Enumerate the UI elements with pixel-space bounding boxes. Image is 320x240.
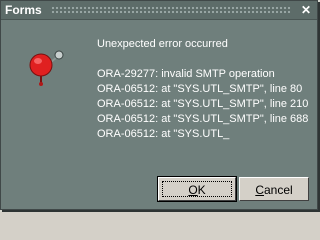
error-dialog: Forms ✕ Unexpected error occurred ORA-29… bbox=[0, 0, 318, 210]
window-title: Forms bbox=[5, 3, 42, 17]
error-detail-line: ORA-06512: at "SYS.UTL_ bbox=[97, 128, 230, 140]
error-detail-line: ORA-06512: at "SYS.UTL_SMTP", line 688 bbox=[97, 113, 309, 125]
title-bar[interactable]: Forms ✕ bbox=[1, 1, 317, 20]
error-detail-line: ORA-06512: at "SYS.UTL_SMTP", line 210 bbox=[97, 98, 309, 110]
alarm-bell-icon bbox=[29, 50, 64, 86]
close-icon[interactable]: ✕ bbox=[299, 3, 313, 17]
ok-button[interactable]: OK bbox=[157, 176, 237, 202]
error-heading: Unexpected error occurred bbox=[97, 38, 228, 50]
error-detail-line: ORA-06512: at "SYS.UTL_SMTP", line 80 bbox=[97, 83, 303, 95]
cancel-accel: C bbox=[255, 183, 264, 197]
error-message: Unexpected error occurred ORA-29277: inv… bbox=[97, 37, 308, 142]
cancel-label-rest: ancel bbox=[263, 183, 293, 197]
cancel-button[interactable]: Cancel bbox=[239, 177, 309, 201]
title-bar-grip bbox=[51, 6, 291, 14]
error-detail-line: ORA-29277: invalid SMTP operation bbox=[97, 68, 275, 80]
focus-ring bbox=[162, 181, 232, 197]
